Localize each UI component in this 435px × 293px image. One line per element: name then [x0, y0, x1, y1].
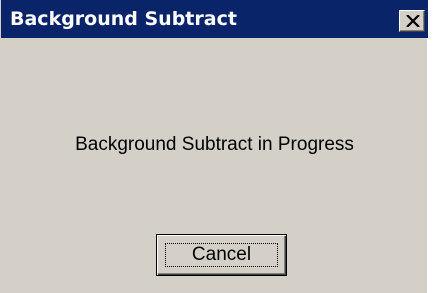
progress-message: Background Subtract in Progress	[75, 134, 354, 155]
dialog-title: Background Subtract	[10, 8, 237, 30]
cancel-button-label: Cancel	[191, 244, 252, 265]
title-bar[interactable]: Background Subtract	[1, 0, 428, 38]
close-button[interactable]	[399, 10, 425, 32]
progress-dialog: Background Subtract Background Subtract …	[0, 0, 428, 293]
close-icon	[406, 15, 420, 27]
cancel-button[interactable]: Cancel	[156, 234, 287, 276]
